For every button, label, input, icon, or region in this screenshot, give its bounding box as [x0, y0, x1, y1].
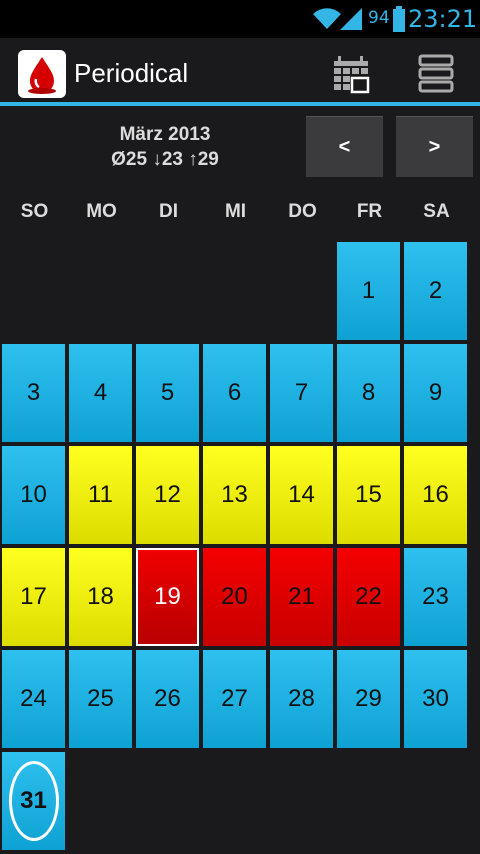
day-number: 26	[154, 685, 181, 712]
calendar-day-3[interactable]: 3	[2, 344, 65, 442]
calendar-day-20[interactable]: 20	[203, 548, 266, 646]
today-marker: 31	[8, 761, 59, 841]
day-number: 16	[422, 481, 449, 508]
day-number: 5	[160, 379, 175, 406]
calendar-day-12[interactable]: 12	[136, 446, 199, 544]
calendar-day-6[interactable]: 6	[203, 344, 266, 442]
battery-percent: 94	[368, 8, 390, 28]
calendar-day-13[interactable]: 13	[203, 446, 266, 544]
calendar-day-26[interactable]: 26	[136, 650, 199, 748]
weekday-label: MI	[224, 201, 247, 222]
day-number: 10	[20, 481, 47, 508]
day-number: 2	[428, 277, 443, 304]
day-number: 17	[20, 583, 47, 610]
clock: 23:21	[408, 5, 478, 33]
calendar-day-22[interactable]: 22	[337, 548, 400, 646]
day-number: 19	[154, 583, 181, 610]
cycle-stats: Ø25 ↓23 ↑29	[111, 149, 219, 170]
list-stack-icon[interactable]	[414, 52, 458, 96]
day-number: 7	[294, 379, 309, 406]
app-title: Periodical	[74, 58, 189, 88]
status-bar: 94 23:21	[0, 0, 480, 38]
calendar-grid-icon[interactable]	[330, 52, 374, 96]
action-bar-divider	[0, 102, 480, 106]
calendar-day-8[interactable]: 8	[337, 344, 400, 442]
calendar-day-27[interactable]: 27	[203, 650, 266, 748]
day-number: 28	[288, 685, 315, 712]
calendar-day-29[interactable]: 29	[337, 650, 400, 748]
day-number: 4	[93, 379, 108, 406]
calendar-day-5[interactable]: 5	[136, 344, 199, 442]
day-number: 25	[87, 685, 114, 712]
weekday-label: DI	[159, 201, 178, 222]
day-number: 3	[26, 379, 41, 406]
battery-icon	[393, 6, 405, 37]
month-title: März 2013	[119, 124, 211, 145]
day-number: 11	[88, 481, 113, 508]
day-number: 1	[361, 277, 376, 304]
calendar-day-24[interactable]: 24	[2, 650, 65, 748]
calendar-day-2[interactable]: 2	[404, 242, 467, 340]
calendar-day-18[interactable]: 18	[69, 548, 132, 646]
app-screen: 94 23:21 Periodical März 2013 Ø25 ↓23 ↑2…	[0, 0, 480, 854]
day-number: 15	[355, 481, 382, 508]
calendar-day-28[interactable]: 28	[270, 650, 333, 748]
day-number: 6	[227, 379, 242, 406]
calendar-day-31[interactable]: 31	[2, 752, 65, 850]
calendar-day-9[interactable]: 9	[404, 344, 467, 442]
calendar-day-4[interactable]: 4	[69, 344, 132, 442]
day-number: 14	[288, 481, 315, 508]
calendar-day-21[interactable]: 21	[270, 548, 333, 646]
calendar-day-14[interactable]: 14	[270, 446, 333, 544]
day-number: 30	[422, 685, 449, 712]
month-info: März 2013 Ø25 ↓23 ↑29	[60, 122, 270, 172]
day-number: 20	[221, 583, 248, 610]
blood-drop-icon[interactable]	[18, 50, 66, 98]
calendar-day-30[interactable]: 30	[404, 650, 467, 748]
signal-icon	[340, 8, 362, 35]
calendar-day-7[interactable]: 7	[270, 344, 333, 442]
calendar-day-16[interactable]: 16	[404, 446, 467, 544]
action-bar: Periodical	[0, 38, 480, 106]
day-number: 12	[154, 481, 181, 508]
day-number: 9	[428, 379, 443, 406]
weekday-label: SO	[20, 201, 49, 222]
weekday-label: DO	[288, 201, 317, 222]
calendar-day-1[interactable]: 1	[337, 242, 400, 340]
calendar-day-17[interactable]: 17	[2, 548, 65, 646]
day-number: 22	[355, 583, 382, 610]
calendar-day-25[interactable]: 25	[69, 650, 132, 748]
day-number: 13	[221, 481, 248, 508]
previous-month-button[interactable]: <	[306, 116, 383, 177]
calendar-day-19[interactable]: 19	[136, 548, 199, 646]
day-number: 27	[221, 685, 248, 712]
weekday-label: MO	[86, 201, 117, 222]
calendar-day-23[interactable]: 23	[404, 548, 467, 646]
day-number: 8	[361, 379, 376, 406]
calendar-day-10[interactable]: 10	[2, 446, 65, 544]
weekday-label: SA	[423, 201, 450, 222]
calendar-day-11[interactable]: 11	[69, 446, 132, 544]
day-number: 18	[87, 583, 114, 610]
day-number: 21	[288, 583, 315, 610]
calendar-day-15[interactable]: 15	[337, 446, 400, 544]
day-number: 24	[20, 685, 47, 712]
weekday-label: FR	[356, 201, 383, 222]
wifi-icon	[312, 8, 342, 35]
day-number: 23	[422, 583, 449, 610]
next-month-button[interactable]: >	[396, 116, 473, 177]
day-number: 29	[355, 685, 382, 712]
